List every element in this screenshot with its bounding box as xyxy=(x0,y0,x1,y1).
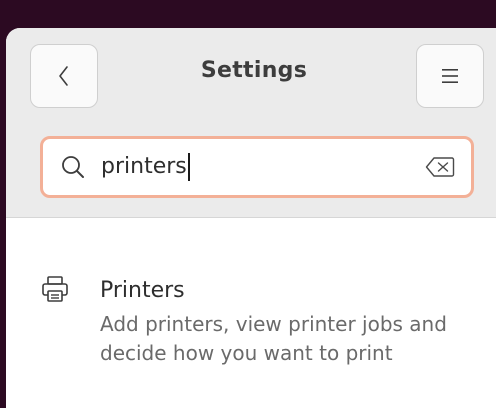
search-icon xyxy=(62,156,84,178)
printer-icon xyxy=(42,276,68,302)
search-text-wrapper: printers xyxy=(101,153,190,181)
header-bar: Settings xyxy=(6,28,496,118)
result-description: Add printers, view printer jobs and deci… xyxy=(100,312,447,365)
search-input[interactable]: printers xyxy=(40,136,474,198)
search-query: printers xyxy=(101,154,187,179)
search-result-printers[interactable]: Printers Add printers, view printer jobs… xyxy=(6,218,496,408)
settings-window: Settings printers Printers Add printers,… xyxy=(6,28,496,408)
hamburger-menu-icon xyxy=(442,69,458,83)
search-bar: printers xyxy=(6,118,496,218)
result-title: Printers xyxy=(100,278,185,303)
main-menu-button[interactable] xyxy=(416,44,484,108)
text-cursor xyxy=(187,153,190,181)
clear-text-icon[interactable] xyxy=(425,156,455,178)
